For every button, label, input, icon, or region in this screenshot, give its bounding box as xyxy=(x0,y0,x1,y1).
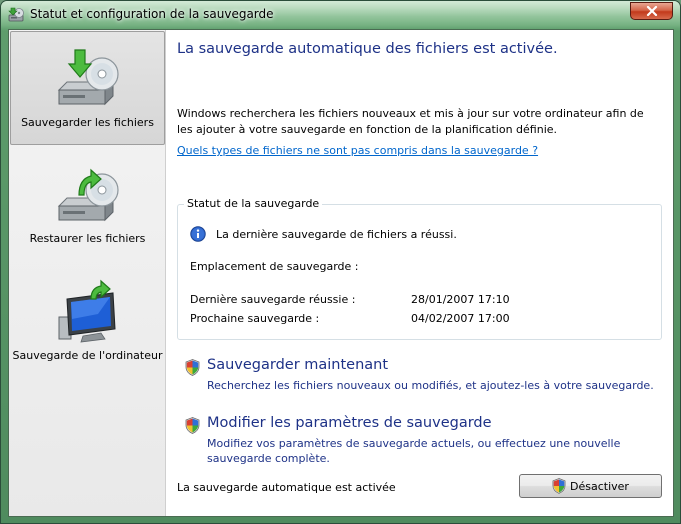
title-bar[interactable]: Statut et configuration de la sauvegarde xyxy=(1,1,680,29)
change-settings-link[interactable]: Modifier les paramètres de sauvegarde xyxy=(207,415,492,431)
sidebar-item-label: Sauvegarder les fichiers xyxy=(21,116,154,129)
sidebar-item-label: Sauvegarde de l'ordinateur xyxy=(12,349,163,362)
main-panel: La sauvegarde automatique des fichiers e… xyxy=(177,30,667,516)
group-legend: Statut de la sauvegarde xyxy=(184,197,323,210)
close-icon xyxy=(646,6,657,16)
last-backup-label: Dernière sauvegarde réussie : xyxy=(190,293,356,306)
app-window: Statut et configuration de la sauvegarde xyxy=(0,0,681,524)
sidebar-item-computer-backup[interactable]: Sauvegarde de l'ordinateur xyxy=(10,265,165,379)
backup-now-description: Recherchez les fichiers nouveaux ou modi… xyxy=(207,379,654,392)
next-backup-label: Prochaine sauvegarde : xyxy=(190,312,320,325)
drive-restore-icon xyxy=(57,168,119,222)
uac-shield-icon xyxy=(552,478,566,494)
disable-button-label: Désactiver xyxy=(570,479,629,493)
sidebar-item-label: Restaurer les fichiers xyxy=(29,232,146,245)
client-area: Sauvegarder les fichiers Restaurer les f… xyxy=(8,29,674,517)
last-backup-value: 28/01/2007 17:10 xyxy=(411,293,510,306)
info-icon xyxy=(190,226,206,242)
backup-status-group: Statut de la sauvegarde La dernière sauv… xyxy=(177,197,662,340)
disable-button[interactable]: Désactiver xyxy=(519,474,662,498)
footer-status: La sauvegarde automatique est activée xyxy=(177,481,396,494)
sidebar: Sauvegarder les fichiers Restaurer les f… xyxy=(9,30,166,516)
uac-shield-icon xyxy=(185,417,200,434)
backup-app-icon xyxy=(8,7,24,22)
change-settings-description: Modifiez vos paramètres de sauvegarde ac… xyxy=(207,437,621,465)
computer-backup-icon xyxy=(58,279,116,343)
description-text: Windows recherchera les fichiers nouveau… xyxy=(177,107,644,136)
next-backup-value: 04/02/2007 17:00 xyxy=(411,312,510,325)
window-title: Statut et configuration de la sauvegarde xyxy=(30,7,274,21)
drive-backup-icon xyxy=(57,49,119,106)
close-button[interactable] xyxy=(630,2,673,20)
uac-shield-icon xyxy=(185,359,200,376)
backup-location-label: Emplacement de sauvegarde : xyxy=(190,260,359,273)
page-title: La sauvegarde automatique des fichiers e… xyxy=(177,41,558,57)
sidebar-item-backup-files[interactable]: Sauvegarder les fichiers xyxy=(10,31,165,145)
info-message-row: La dernière sauvegarde de fichiers a réu… xyxy=(190,226,457,242)
excluded-file-types-link[interactable]: Quels types de fichiers ne sont pas comp… xyxy=(177,144,538,157)
sidebar-item-restore-files[interactable]: Restaurer les fichiers xyxy=(10,148,165,262)
info-message: La dernière sauvegarde de fichiers a réu… xyxy=(216,227,457,241)
backup-now-link[interactable]: Sauvegarder maintenant xyxy=(207,357,388,373)
